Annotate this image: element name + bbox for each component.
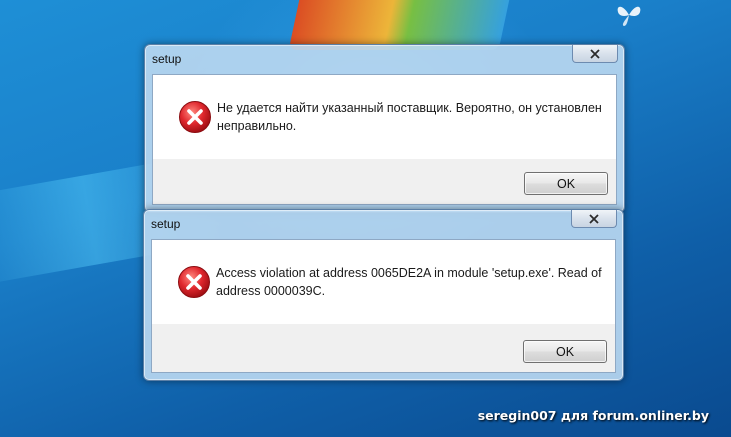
message-area: Access violation at address 0065DE2A in … xyxy=(152,240,615,324)
error-dialog-provider: setup Не удается найти указанный поставщ… xyxy=(144,44,625,213)
dialog-titlebar[interactable]: setup xyxy=(145,45,624,73)
error-message: Не удается найти указанный поставщик. Ве… xyxy=(217,101,602,133)
dialog-title: setup xyxy=(151,217,181,231)
close-icon xyxy=(590,48,600,59)
dialog-body: Access violation at address 0065DE2A in … xyxy=(151,239,616,373)
dialog-title: setup xyxy=(152,52,182,66)
error-icon xyxy=(178,266,210,298)
message-area: Не удается найти указанный поставщик. Ве… xyxy=(153,75,616,159)
close-icon xyxy=(589,213,599,224)
watermark-text: seregin007 для forum.onliner.by xyxy=(477,408,709,423)
close-button[interactable] xyxy=(572,45,618,63)
ok-button[interactable]: OK xyxy=(523,340,607,363)
wallpaper-windows-logo xyxy=(288,0,512,50)
dialog-body: Не удается найти указанный поставщик. Ве… xyxy=(152,74,617,205)
error-message: Access violation at address 0065DE2A in … xyxy=(216,266,602,298)
error-dialog-access-violation: setup Access violation at address 0065DE… xyxy=(143,209,624,381)
close-button[interactable] xyxy=(571,210,617,228)
error-icon xyxy=(179,101,211,133)
butterfly-icon xyxy=(617,6,641,26)
ok-button[interactable]: OK xyxy=(524,172,608,195)
dialog-titlebar[interactable]: setup xyxy=(144,210,623,238)
